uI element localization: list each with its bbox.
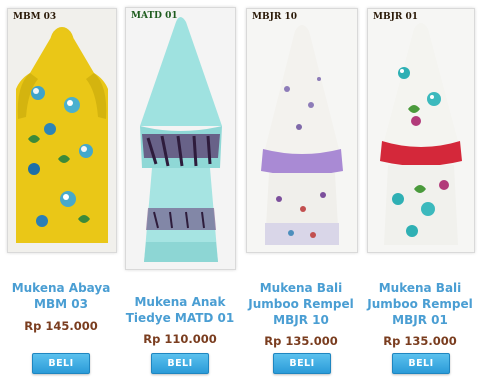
product-name-line1[interactable]: Mukena Abaya bbox=[0, 280, 122, 296]
mukena-photo-white-red bbox=[368, 9, 474, 252]
mukena-photo-white-lilac bbox=[247, 9, 357, 252]
product-code-label: MBJR 01 bbox=[373, 12, 418, 22]
product-price: Rp 145.000 bbox=[24, 319, 98, 333]
product-name-line3[interactable]: MBJR 01 bbox=[360, 312, 480, 328]
buy-button[interactable]: BELI bbox=[273, 353, 331, 374]
buy-button[interactable]: BELI bbox=[392, 353, 450, 374]
product-code-label: MBJR 10 bbox=[252, 12, 297, 22]
product-image[interactable]: MBJR 01 bbox=[367, 8, 475, 253]
product-name[interactable]: Mukena Bali Jumboo Rempel MBJR 10 bbox=[241, 280, 361, 328]
product-name-line1[interactable]: Mukena Anak bbox=[120, 294, 240, 310]
product-name[interactable]: Mukena Bali Jumboo Rempel MBJR 01 bbox=[360, 280, 480, 328]
product-name-line1[interactable]: Mukena Bali bbox=[241, 280, 361, 296]
product-price: Rp 135.000 bbox=[264, 334, 338, 348]
product-name[interactable]: Mukena Abaya MBM 03 bbox=[0, 280, 122, 312]
product-image[interactable]: MBM 03 bbox=[7, 8, 117, 253]
product-name-line2[interactable]: Tiedye MATD 01 bbox=[120, 310, 240, 326]
product-name-line2[interactable]: MBM 03 bbox=[0, 296, 122, 312]
buy-button[interactable]: BELI bbox=[32, 353, 90, 374]
product-name-line2[interactable]: Jumboo Rempel bbox=[360, 296, 480, 312]
product-name-line1[interactable]: Mukena Bali bbox=[360, 280, 480, 296]
product-image[interactable]: MBJR 10 bbox=[246, 8, 358, 253]
buy-button[interactable]: BELI bbox=[151, 353, 209, 374]
product-name[interactable]: Mukena Anak Tiedye MATD 01 bbox=[120, 294, 240, 326]
mukena-photo-tiedye bbox=[126, 8, 235, 269]
product-code-label: MATD 01 bbox=[131, 11, 178, 21]
product-image[interactable]: MATD 01 bbox=[125, 7, 236, 270]
mukena-photo-yellow bbox=[8, 9, 116, 252]
product-price: Rp 110.000 bbox=[143, 332, 217, 346]
product-name-line2[interactable]: Jumboo Rempel bbox=[241, 296, 361, 312]
product-price: Rp 135.000 bbox=[383, 334, 457, 348]
product-code-label: MBM 03 bbox=[13, 12, 57, 22]
product-name-line3[interactable]: MBJR 10 bbox=[241, 312, 361, 328]
